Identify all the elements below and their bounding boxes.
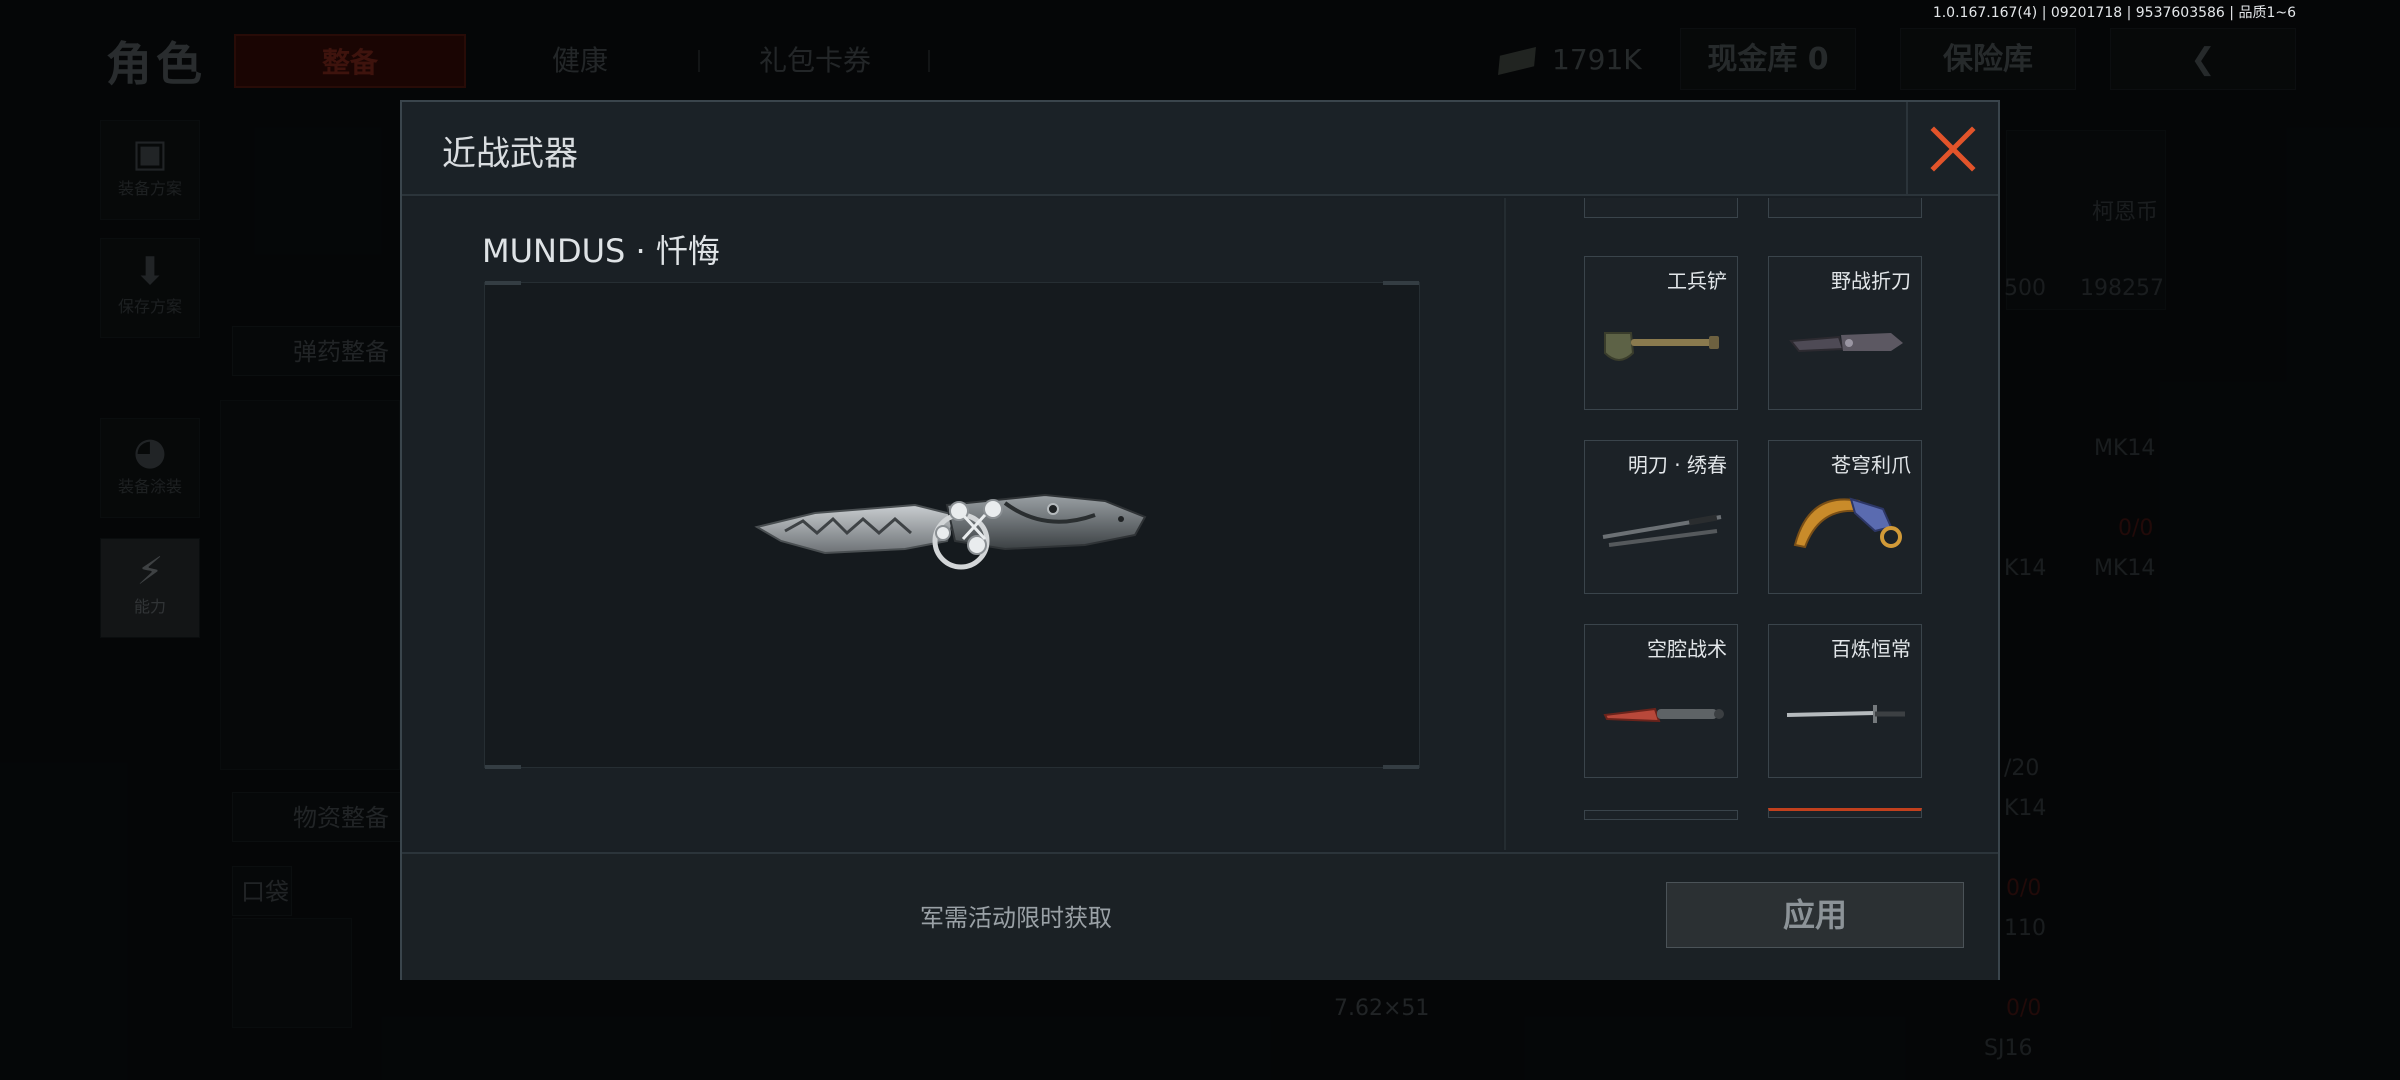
close-button[interactable] [1906,102,1998,196]
vest-icon: ▣ [132,131,168,175]
item-preview [484,281,1420,769]
dialog-footer: 军需活动限时获取 应用 [402,852,1998,980]
rail-item-label: 装备方案 [117,179,182,198]
item-card-label: 百炼恒常 [1831,637,1911,661]
rail-item-label: 装备涂装 [117,477,182,496]
grid-text: 0/0 [2118,516,2154,541]
caliber-label: 7.62×51 [1334,996,1430,1021]
grid-text: /20 [2004,756,2040,781]
item-card-sky-claw[interactable]: 苍穹利爪 [1768,440,1922,594]
page-title: 角色 [106,37,206,91]
ability-icon: ⚡ [136,549,164,593]
close-icon [1930,126,1976,172]
ammo-section-label[interactable]: 弹药整备 [232,326,412,376]
pocket-label: 口袋 [232,866,292,916]
item-card-partial[interactable] [1584,198,1738,218]
frame-corner [1383,281,1419,285]
item-card-field-folding-knife[interactable]: 野战折刀 [1768,256,1922,410]
grid-text: MK14 [2094,556,2156,581]
grid-text: SJ16 [1984,1036,2033,1061]
tab-health[interactable]: 健康 [520,34,640,88]
grid-text: 198257 [2080,276,2164,301]
item-list-panel[interactable]: 工兵铲 野战折刀 明刀 · 绣春 苍穹利爪 空腔战术 百炼恒常 [1504,198,1998,850]
frame-corner [485,281,521,285]
tab-loadout[interactable]: 整备 [234,34,466,88]
item-card-partial[interactable] [1584,810,1738,820]
helmet-icon: ◕ [133,429,167,473]
acquisition-note: 军需活动限时获取 [920,904,1112,932]
pocket-slot[interactable] [232,918,352,1028]
supplies-section-label[interactable]: 物资整备 [232,792,412,842]
item-card-shovel[interactable]: 工兵铲 [1584,256,1738,410]
bg-panel [220,400,400,770]
rail-item-save-plan[interactable]: ⬇ 保存方案 [100,238,200,338]
grid-text: 0/0 [2006,876,2042,901]
item-card-partial[interactable] [1768,198,1922,218]
item-card-twin-blades[interactable]: 明刀 · 绣春 [1584,440,1738,594]
knife-preview-image [754,493,1147,570]
tab-gift-coupons[interactable]: 礼包卡券 [740,34,890,88]
grid-text: K14 [2004,796,2047,821]
rail-item-loadout-plan[interactable]: ▣ 装备方案 [100,120,200,220]
currency-display: 1791K [1498,34,1642,86]
grid-text: 110 [2004,916,2046,941]
folding-knife-icon [1789,333,1903,353]
dialog-header: 近战武器 [402,102,1998,196]
grid-text: 柯恩币 [2092,200,2159,225]
cash-icon [1498,46,1536,76]
twin-blades-icon [1602,514,1722,547]
item-card-label: 野战折刀 [1831,269,1911,293]
currency-amount: 1791K [1552,43,1642,76]
grid-text: MK14 [2094,436,2156,461]
melee-weapon-dialog: 近战武器 MUNDUS · 忏悔 工兵铲 野战折刀 明刀 · 绣春 苍穹利爪 空… [400,100,2000,980]
shovel-icon [1604,332,1719,361]
item-card-partial[interactable] [1768,808,1922,818]
tab-divider [698,50,700,72]
item-detail-panel: MUNDUS · 忏悔 [402,198,1502,850]
sword-icon [1786,705,1905,723]
frame-corner [485,765,521,769]
apply-button[interactable]: 应用 [1666,882,1964,948]
rail-item-ability[interactable]: ⚡ 能力 [100,538,200,638]
frame-corner [1383,765,1419,769]
tab-divider [928,50,930,72]
karambit-icon [1793,497,1902,549]
item-card-label: 明刀 · 绣春 [1627,453,1727,477]
item-card-hollow-tactical[interactable]: 空腔战术 [1584,624,1738,778]
insurance-vault-button[interactable]: 保险库 [1900,28,2076,90]
rail-item-label: 能力 [133,597,166,616]
selected-item-name: MUNDUS · 忏悔 [482,232,720,270]
tactical-knife-icon [1603,707,1724,723]
dialog-title: 近战武器 [442,134,578,174]
back-arrow-icon: ❮ [2190,42,2216,77]
rail-item-label: 保存方案 [117,297,182,316]
rail-item-skins[interactable]: ◕ 装备涂装 [100,418,200,518]
grid-text: K14 [2004,556,2047,581]
item-card-label: 工兵铲 [1667,269,1727,293]
item-card-hundred-refined[interactable]: 百炼恒常 [1768,624,1922,778]
item-card-label: 苍穹利爪 [1831,453,1911,477]
grid-text: 500 [2004,276,2046,301]
version-info: 1.0.167.167(4) | 09201718 | 9537603586 |… [1932,5,2296,21]
grid-text: 0/0 [2006,996,2042,1021]
save-icon: ⬇ [134,249,166,293]
cash-vault-button[interactable]: 现金库 0 [1680,28,1856,90]
back-button[interactable]: ❮ [2110,28,2296,90]
item-card-label: 空腔战术 [1647,637,1727,661]
